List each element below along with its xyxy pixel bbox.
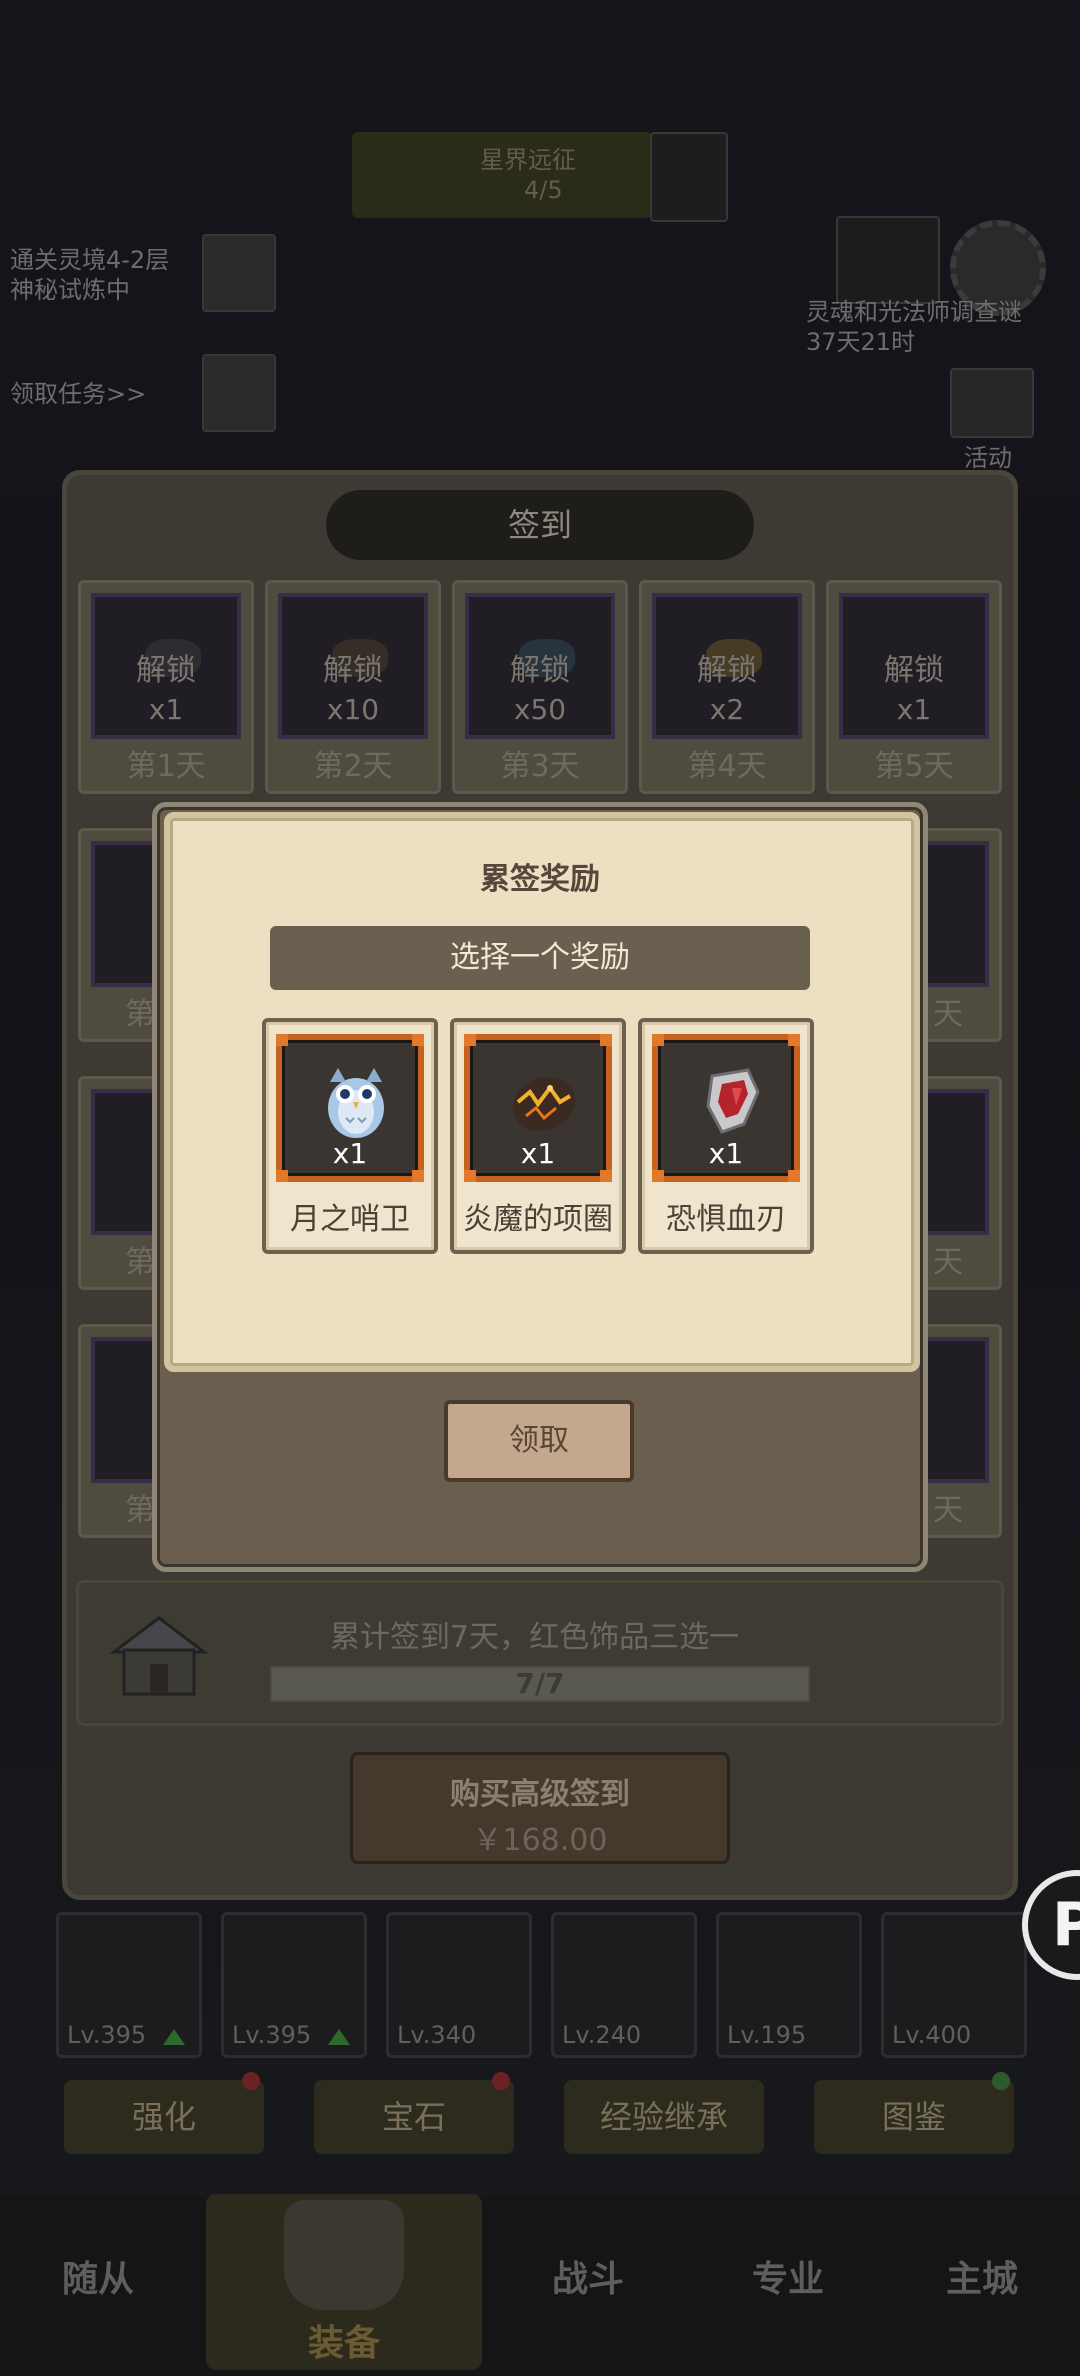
equip-slot[interactable]: Lv.400: [881, 1912, 1027, 2058]
quest-status-text: 神秘试炼中: [10, 276, 130, 304]
claim-button[interactable]: 领取: [444, 1400, 634, 1482]
blood-blade-icon: [706, 1068, 760, 1134]
reward-frame: x1: [652, 1034, 800, 1182]
equip-slot[interactable]: Lv.395: [56, 1912, 202, 2058]
reward-slot: 解锁 x1: [839, 593, 989, 739]
notification-dot: [242, 2072, 260, 2090]
day-card[interactable]: 解锁 x50 第3天: [452, 580, 628, 794]
signin-title: 签到: [326, 490, 754, 560]
day-card[interactable]: 解锁 x10 第2天: [265, 580, 441, 794]
quest-icon[interactable]: [202, 234, 276, 312]
reward-option-moon-sentinel[interactable]: x1 月之哨卫: [262, 1018, 438, 1254]
nav-equipment-tab[interactable]: 装备: [206, 2194, 482, 2370]
tab-gem[interactable]: 宝石: [314, 2072, 514, 2154]
notification-dot: [992, 2072, 1010, 2090]
progress-value: 7/7: [515, 1667, 565, 1700]
task-icon[interactable]: [202, 354, 276, 432]
reward-option-fear-blood-blade[interactable]: x1 恐惧血刃: [638, 1018, 814, 1254]
event-house-icon[interactable]: [836, 216, 940, 304]
p-logo-icon: P: [1052, 1890, 1080, 1960]
day-card[interactable]: 解锁 x1 第5天: [826, 580, 1002, 794]
reward-slot: 解锁 x1: [91, 593, 241, 739]
tab-collection[interactable]: 图鉴: [814, 2072, 1014, 2154]
equip-slot[interactable]: Lv.195: [716, 1912, 862, 2058]
buy-premium-signin-button[interactable]: 购买高级签到 ￥168.00: [350, 1752, 730, 1864]
tab-enhance[interactable]: 强化: [64, 2072, 264, 2154]
notification-dot: [492, 2072, 510, 2090]
activity-icon[interactable]: [950, 368, 1034, 438]
reward-slot: 解锁 x50: [465, 593, 615, 739]
progress-bar: 7/7: [270, 1666, 810, 1702]
tab-exp-inherit[interactable]: 经验继承: [564, 2080, 764, 2154]
owl-icon: [328, 1068, 384, 1138]
armor-icon: [284, 2200, 404, 2310]
equip-slot[interactable]: Lv.340: [386, 1912, 532, 2058]
progress-description: 累计签到7天，红色饰品三选一: [330, 1620, 740, 1655]
activity-label: 活动: [964, 444, 1012, 472]
nav-profession[interactable]: 专业: [752, 2250, 824, 2302]
hut-icon: [109, 1616, 209, 1696]
equip-slot[interactable]: Lv.395: [221, 1912, 367, 2058]
expedition-banner[interactable]: 星界远征 4/5: [352, 132, 652, 218]
modal-title: 累签奖励: [480, 862, 600, 897]
day-card[interactable]: 解锁 x1 第1天: [78, 580, 254, 794]
choose-reward-banner: 选择一个奖励: [270, 926, 810, 990]
share-icon[interactable]: [650, 132, 728, 222]
nav-battle[interactable]: 战斗: [552, 2250, 624, 2302]
day-card[interactable]: 解锁 x2 第4天: [639, 580, 815, 794]
nav-followers[interactable]: 随从: [62, 2250, 134, 2302]
upgrade-arrow-icon: [163, 2029, 185, 2045]
reward-slot: 解锁 x2: [652, 593, 802, 739]
bottom-nav: [0, 2196, 1080, 2376]
claim-quest-link[interactable]: 领取任务>>: [10, 374, 146, 409]
nav-main-city[interactable]: 主城: [946, 2250, 1018, 2302]
equip-slot[interactable]: Lv.240: [551, 1912, 697, 2058]
lava-collar-icon: [512, 1077, 576, 1131]
reward-frame: x1: [276, 1034, 424, 1182]
event-timer: 37天21时: [806, 328, 916, 356]
reward-option-lava-collar[interactable]: x1 炎魔的项圈: [450, 1018, 626, 1254]
upgrade-arrow-icon: [328, 2029, 350, 2045]
reward-frame: x1: [464, 1034, 612, 1182]
reward-slot: 解锁 x10: [278, 593, 428, 739]
